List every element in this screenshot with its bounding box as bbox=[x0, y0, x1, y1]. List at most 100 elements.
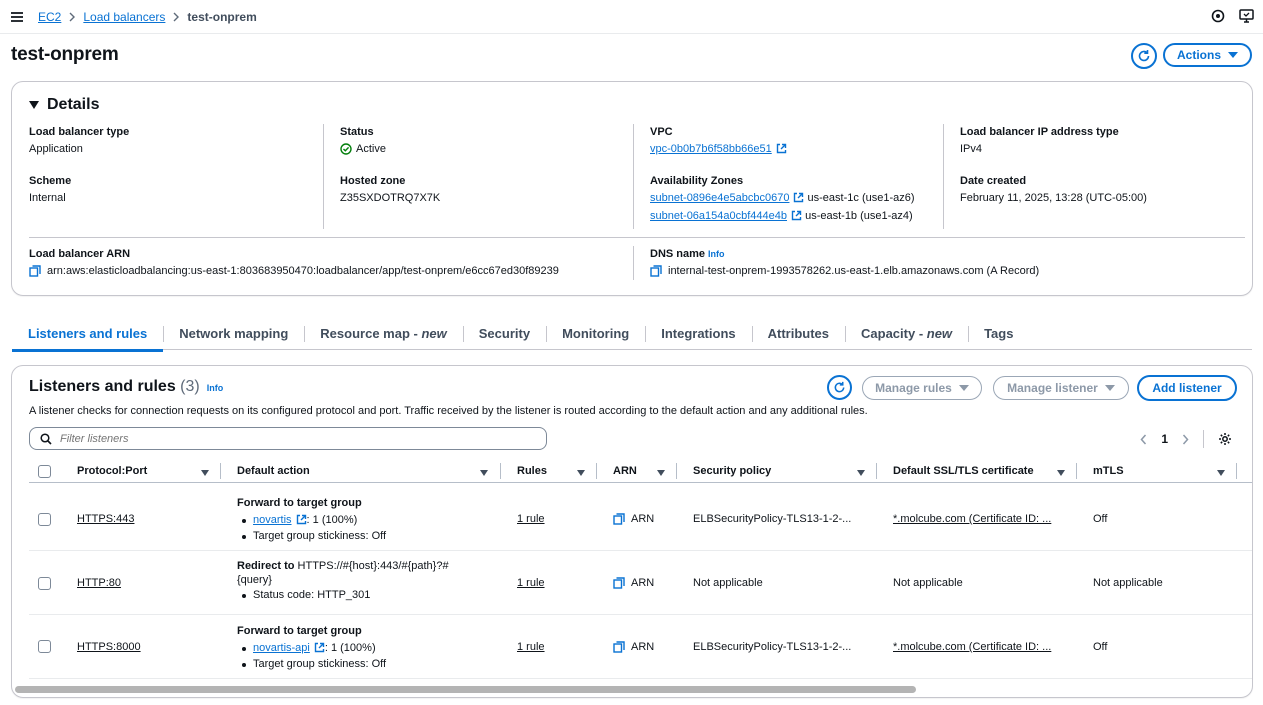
external-link-icon bbox=[776, 143, 786, 154]
lb-arn: Load balancer ARN arn:aws:elasticloadbal… bbox=[29, 248, 559, 277]
external-link-icon bbox=[296, 514, 306, 525]
col-security-policy[interactable]: Security policy bbox=[693, 465, 771, 477]
target-group-link[interactable]: novartis-api bbox=[253, 642, 310, 654]
horizontal-scrollbar[interactable] bbox=[15, 686, 916, 693]
sort-icon[interactable] bbox=[1057, 470, 1065, 476]
refresh-button[interactable] bbox=[1131, 43, 1157, 69]
protocol-link[interactable]: HTTPS:8000 bbox=[77, 641, 141, 653]
tab-bar: Listeners and rules Network mapping Reso… bbox=[12, 318, 1252, 352]
security-policy: Not applicable bbox=[693, 577, 763, 589]
caret-down-icon bbox=[958, 385, 969, 391]
tab-tags[interactable]: Tags bbox=[968, 318, 1029, 350]
arn-copy[interactable]: ARN bbox=[613, 577, 654, 589]
chevron-right-icon[interactable] bbox=[1182, 434, 1189, 445]
breadcrumb-current: test-onprem bbox=[187, 10, 257, 24]
actions-button[interactable]: Actions bbox=[1163, 43, 1252, 67]
notifications-icon[interactable] bbox=[1239, 9, 1255, 23]
table-header: Protocol:Port Default action Rules ARN S… bbox=[29, 461, 1252, 483]
default-action: Forward to target group novartis: 1 (100… bbox=[237, 497, 387, 542]
select-all-checkbox[interactable] bbox=[38, 465, 51, 478]
row-checkbox[interactable] bbox=[38, 640, 51, 653]
col-ssl-certificate[interactable]: Default SSL/TLS certificate bbox=[893, 465, 1034, 477]
tab-security[interactable]: Security bbox=[462, 318, 546, 350]
row-checkbox[interactable] bbox=[38, 513, 51, 526]
default-action: Redirect to HTTPS://#{host}:443/#{path}?… bbox=[237, 560, 477, 603]
subnet-link[interactable]: subnet-0896e4e5abcbc0670 bbox=[650, 192, 789, 204]
manage-rules-button[interactable]: Manage rules bbox=[862, 376, 982, 400]
tab-network-mapping[interactable]: Network mapping bbox=[163, 318, 304, 350]
refresh-listeners-button[interactable] bbox=[827, 375, 852, 400]
table-row: HTTPS:443 Forward to target group novart… bbox=[29, 486, 1252, 551]
status-text: Active bbox=[356, 143, 386, 155]
col-mtls[interactable]: mTLS bbox=[1093, 465, 1124, 477]
copy-icon bbox=[613, 577, 625, 589]
refresh-icon bbox=[834, 381, 845, 393]
pagination: 1 bbox=[1140, 430, 1232, 448]
copy-icon[interactable] bbox=[650, 265, 662, 277]
sort-icon[interactable] bbox=[1217, 470, 1225, 476]
arn-copy[interactable]: ARN bbox=[613, 513, 654, 525]
tab-integrations[interactable]: Integrations bbox=[645, 318, 751, 350]
chevron-left-icon[interactable] bbox=[1140, 434, 1147, 445]
external-link-icon bbox=[791, 210, 802, 221]
tab-capacity[interactable]: Capacity - new bbox=[845, 318, 968, 350]
breadcrumb-load-balancers[interactable]: Load balancers bbox=[83, 10, 165, 24]
filter-listeners-input[interactable] bbox=[60, 432, 530, 445]
protocol-link[interactable]: HTTP:80 bbox=[77, 577, 121, 589]
col-arn[interactable]: ARN bbox=[613, 465, 637, 477]
breadcrumb-ec2[interactable]: EC2 bbox=[38, 10, 61, 24]
col-default-action[interactable]: Default action bbox=[237, 465, 310, 477]
col-protocol-port[interactable]: Protocol:Port bbox=[77, 465, 147, 477]
sort-icon[interactable] bbox=[480, 470, 488, 476]
sort-icon[interactable] bbox=[201, 470, 209, 476]
certificate-value: Not applicable bbox=[893, 577, 963, 589]
scheme: Scheme Internal bbox=[29, 175, 72, 204]
chevron-right-icon bbox=[69, 12, 76, 22]
caret-down-icon bbox=[1104, 385, 1115, 391]
rules-link[interactable]: 1 rule bbox=[517, 577, 545, 589]
tab-listeners-and-rules[interactable]: Listeners and rules bbox=[12, 318, 164, 352]
vpc-link[interactable]: vpc-0b0b7b6f58bb66e51 bbox=[650, 143, 772, 155]
status: Status Active bbox=[340, 126, 386, 155]
mtls-value: Off bbox=[1093, 513, 1108, 525]
tab-attributes[interactable]: Attributes bbox=[751, 318, 845, 350]
row-checkbox[interactable] bbox=[38, 577, 51, 590]
refresh-icon bbox=[1138, 50, 1150, 62]
tab-resource-map[interactable]: Resource map - new bbox=[304, 318, 462, 350]
lb-type: Load balancer type Application bbox=[29, 126, 130, 155]
security-policy: ELBSecurityPolicy-TLS13-1-2-... bbox=[693, 513, 852, 525]
availability-zones: Availability Zones subnet-0896e4e5abcbc0… bbox=[650, 175, 915, 222]
listeners-info-link[interactable]: Info bbox=[207, 383, 224, 393]
manage-listener-button[interactable]: Manage listener bbox=[993, 376, 1129, 400]
dns-name: DNS name Info internal-test-onprem-199357… bbox=[650, 248, 1040, 277]
copy-icon bbox=[613, 513, 625, 525]
search-icon bbox=[40, 432, 52, 445]
date-created: Date created February 11, 2025, 13:28 (U… bbox=[960, 175, 1147, 204]
dns-info-link[interactable]: Info bbox=[708, 249, 725, 259]
details-toggle[interactable]: Details bbox=[29, 96, 99, 114]
page-number[interactable]: 1 bbox=[1161, 432, 1168, 446]
rules-link[interactable]: 1 rule bbox=[517, 641, 545, 653]
copy-icon[interactable] bbox=[29, 265, 41, 277]
certificate-link[interactable]: *.molcube.com (Certificate ID: ... bbox=[893, 513, 1051, 525]
add-listener-button[interactable]: Add listener bbox=[1137, 375, 1237, 401]
rules-link[interactable]: 1 rule bbox=[517, 513, 545, 525]
certificate-link[interactable]: *.molcube.com (Certificate ID: ... bbox=[893, 641, 1051, 653]
arn-copy[interactable]: ARN bbox=[613, 641, 654, 653]
subnet-link[interactable]: subnet-06a154a0cbf444e4b bbox=[650, 210, 787, 222]
menu-icon[interactable] bbox=[10, 10, 24, 24]
external-link-icon bbox=[794, 192, 804, 203]
copy-icon bbox=[613, 641, 625, 653]
sort-icon[interactable] bbox=[657, 470, 665, 476]
feedback-icon[interactable] bbox=[1211, 9, 1225, 23]
tab-monitoring[interactable]: Monitoring bbox=[546, 318, 645, 350]
protocol-link[interactable]: HTTPS:443 bbox=[77, 513, 134, 525]
sort-icon[interactable] bbox=[577, 470, 585, 476]
sort-icon[interactable] bbox=[857, 470, 865, 476]
target-group-link[interactable]: novartis bbox=[253, 514, 292, 526]
lb-arn-value: arn:aws:elasticloadbalancing:us-east-1:8… bbox=[47, 265, 559, 277]
col-rules[interactable]: Rules bbox=[517, 465, 547, 477]
caret-down-icon bbox=[29, 101, 39, 109]
breadcrumb: EC2 Load balancers test-onprem bbox=[38, 10, 257, 24]
settings-icon[interactable] bbox=[1218, 432, 1232, 446]
